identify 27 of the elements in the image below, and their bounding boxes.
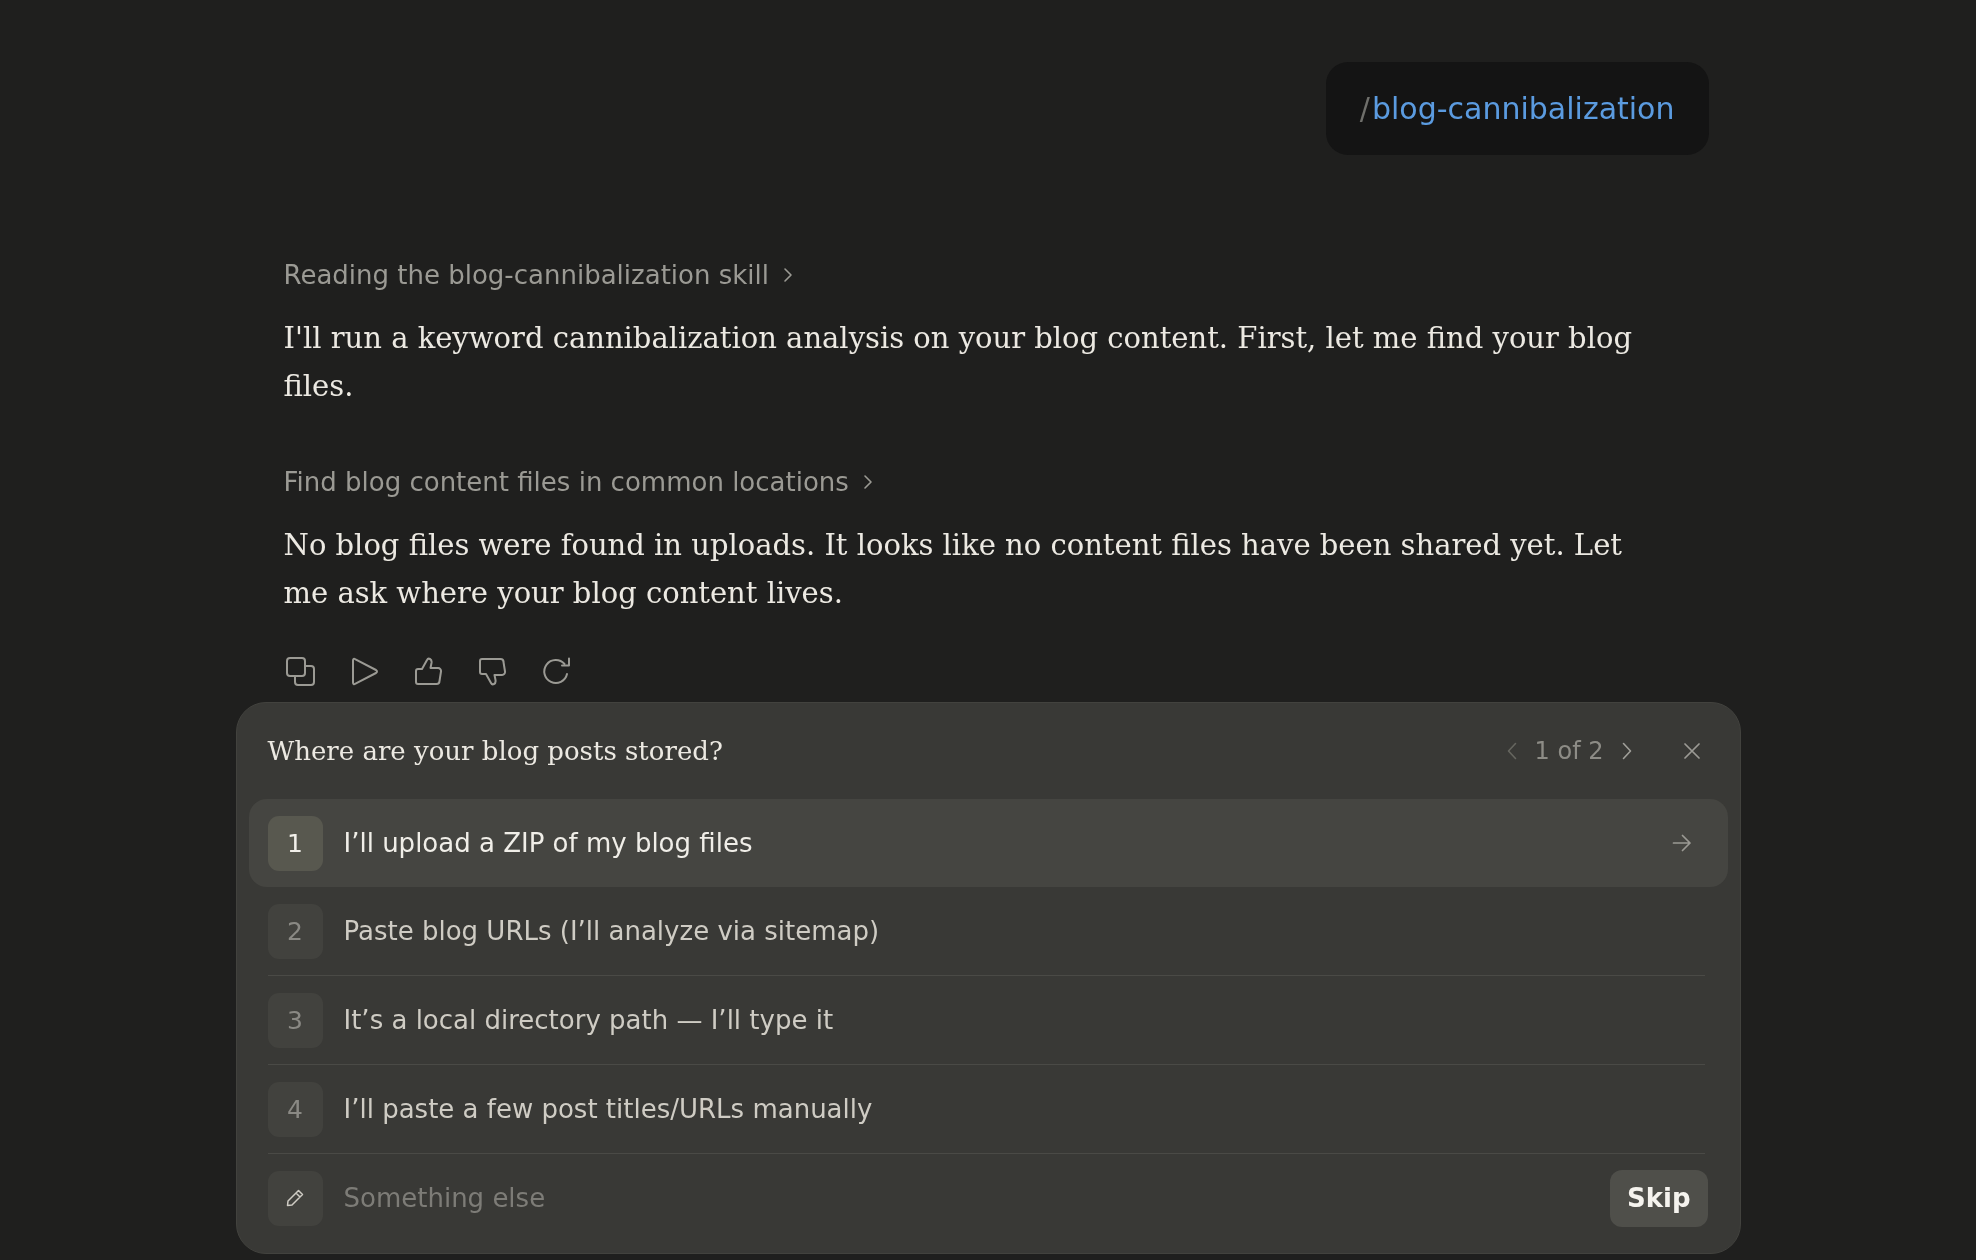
command-name: blog-cannibalization bbox=[1371, 91, 1675, 126]
number-badge: 2 bbox=[267, 903, 323, 959]
number-badge: 1 bbox=[267, 815, 323, 871]
step-toggle[interactable]: Reading the blog-cannibalization skill bbox=[283, 257, 793, 293]
option-row[interactable]: 1 I’ll upload a ZIP of my blog files bbox=[248, 799, 1728, 887]
command-slash: / bbox=[1359, 91, 1370, 126]
question-text: Where are your blog posts stored? bbox=[267, 736, 724, 766]
close-icon[interactable] bbox=[1683, 743, 1700, 759]
thumbs-down-icon[interactable] bbox=[477, 657, 507, 686]
thumbs-up-icon[interactable] bbox=[413, 657, 443, 686]
copy-icon[interactable] bbox=[285, 657, 315, 686]
pencil-icon bbox=[267, 1170, 323, 1226]
chevron-right-icon[interactable] bbox=[1621, 742, 1632, 760]
assistant-message: No blog files were found in uploads. It looks like no content files have been shared yet. Let me ask where your blog content lives. bbox=[283, 527, 1623, 612]
option-row[interactable]: 4 I’ll paste a few post titles/URLs manually bbox=[248, 1065, 1728, 1153]
number-badge: 3 bbox=[267, 992, 323, 1048]
number-badge: 4 bbox=[267, 1081, 323, 1137]
option-row[interactable]: 3 It’s a local directory path — I’ll type it bbox=[248, 976, 1728, 1064]
assistant-message: I'll run a keyword cannibalization analysis on your blog content. First, let me find your blog files. bbox=[283, 320, 1633, 405]
page-counter: 1 of 2 bbox=[1534, 737, 1604, 765]
retry-icon[interactable] bbox=[541, 657, 571, 686]
skip-button[interactable]: Skip bbox=[1609, 1169, 1708, 1227]
step-toggle[interactable]: Find blog content files in common locations bbox=[283, 464, 873, 500]
text-input[interactable]: Something else bbox=[343, 1173, 1590, 1223]
play-icon[interactable] bbox=[349, 657, 379, 686]
arrow-right-icon bbox=[1671, 834, 1692, 852]
option-row[interactable]: 2 Paste blog URLs (I’ll analyze via sitemap) bbox=[248, 887, 1728, 975]
